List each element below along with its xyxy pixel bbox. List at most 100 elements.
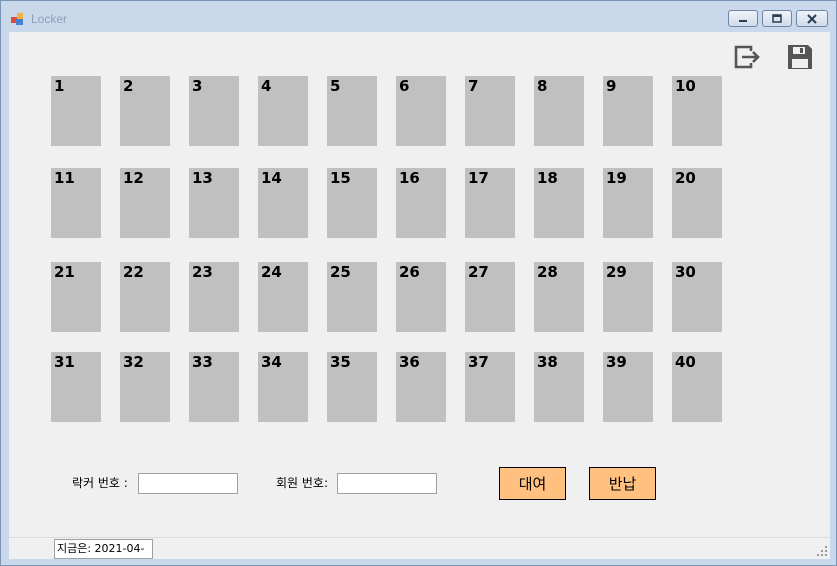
maximize-button[interactable]: [762, 10, 792, 27]
locker-box[interactable]: 26: [396, 262, 446, 332]
locker-box[interactable]: 4: [258, 76, 308, 146]
app-window: Locker 1 2 3 4 5 6 7 8 9 10 11 12 13 14 15 16 17 18 19 20 21…: [0, 0, 837, 566]
locker-box[interactable]: 38: [534, 352, 584, 422]
locker-box[interactable]: 12: [120, 168, 170, 238]
status-time-text: 지금은: 2021-04-: [54, 539, 153, 559]
locker-number: 9: [606, 77, 617, 95]
locker-number: 36: [399, 353, 420, 371]
locker-box[interactable]: 5: [327, 76, 377, 146]
return-button[interactable]: 반납: [589, 467, 656, 500]
locker-box[interactable]: 15: [327, 168, 377, 238]
locker-box[interactable]: 9: [603, 76, 653, 146]
locker-number: 2: [123, 77, 134, 95]
locker-number: 19: [606, 169, 627, 187]
locker-number: 17: [468, 169, 489, 187]
locker-number: 34: [261, 353, 282, 371]
locker-number: 30: [675, 263, 696, 281]
locker-box[interactable]: 32: [120, 352, 170, 422]
minimize-button[interactable]: [728, 10, 758, 27]
title-bar[interactable]: Locker: [1, 1, 836, 31]
locker-box[interactable]: 1: [51, 76, 101, 146]
locker-box[interactable]: 19: [603, 168, 653, 238]
locker-box[interactable]: 36: [396, 352, 446, 422]
member-number-input[interactable]: [337, 473, 437, 494]
locker-box[interactable]: 10: [672, 76, 722, 146]
locker-number: 27: [468, 263, 489, 281]
locker-box[interactable]: 22: [120, 262, 170, 332]
locker-number: 13: [192, 169, 213, 187]
locker-number: 24: [261, 263, 282, 281]
locker-number-label: 락커 번호 :: [72, 476, 128, 490]
locker-box[interactable]: 6: [396, 76, 446, 146]
locker-box[interactable]: 30: [672, 262, 722, 332]
locker-box[interactable]: 25: [327, 262, 377, 332]
locker-box[interactable]: 3: [189, 76, 239, 146]
locker-box[interactable]: 33: [189, 352, 239, 422]
locker-number: 15: [330, 169, 351, 187]
locker-number-input[interactable]: [138, 473, 238, 494]
locker-number: 23: [192, 263, 213, 281]
locker-number: 6: [399, 77, 410, 95]
locker-box[interactable]: 21: [51, 262, 101, 332]
locker-number: 12: [123, 169, 144, 187]
locker-box[interactable]: 18: [534, 168, 584, 238]
close-button[interactable]: [796, 10, 828, 27]
locker-box[interactable]: 2: [120, 76, 170, 146]
locker-number: 3: [192, 77, 203, 95]
locker-number: 14: [261, 169, 282, 187]
resize-grip-icon[interactable]: [817, 546, 827, 556]
locker-box[interactable]: 11: [51, 168, 101, 238]
locker-number: 29: [606, 263, 627, 281]
locker-number: 10: [675, 77, 696, 95]
locker-box[interactable]: 23: [189, 262, 239, 332]
locker-box[interactable]: 31: [51, 352, 101, 422]
locker-number: 4: [261, 77, 272, 95]
locker-box[interactable]: 29: [603, 262, 653, 332]
locker-box[interactable]: 13: [189, 168, 239, 238]
locker-number: 1: [54, 77, 65, 95]
locker-number: 33: [192, 353, 213, 371]
locker-box[interactable]: 40: [672, 352, 722, 422]
status-bar: 지금은: 2021-04-: [9, 537, 830, 559]
rent-button[interactable]: 대여: [499, 467, 566, 500]
locker-number: 39: [606, 353, 627, 371]
locker-box[interactable]: 28: [534, 262, 584, 332]
locker-box[interactable]: 27: [465, 262, 515, 332]
member-number-label: 회원 번호:: [276, 476, 329, 490]
save-icon[interactable]: [785, 42, 815, 72]
exit-icon[interactable]: [732, 42, 762, 72]
locker-number: 8: [537, 77, 548, 95]
locker-number: 31: [54, 353, 75, 371]
minimize-icon: [739, 19, 747, 22]
locker-number: 40: [675, 353, 696, 371]
locker-number: 26: [399, 263, 420, 281]
locker-box[interactable]: 24: [258, 262, 308, 332]
maximize-icon: [772, 13, 782, 23]
locker-number: 21: [54, 263, 75, 281]
locker-box[interactable]: 35: [327, 352, 377, 422]
locker-number: 7: [468, 77, 479, 95]
locker-box[interactable]: 8: [534, 76, 584, 146]
locker-number: 32: [123, 353, 144, 371]
locker-box[interactable]: 37: [465, 352, 515, 422]
locker-number: 18: [537, 169, 558, 187]
client-area: 1 2 3 4 5 6 7 8 9 10 11 12 13 14 15 16 17 18 19 20 21 22 23 24 2…: [9, 32, 830, 559]
locker-box[interactable]: 16: [396, 168, 446, 238]
locker-number: 37: [468, 353, 489, 371]
locker-number: 5: [330, 77, 341, 95]
locker-number: 28: [537, 263, 558, 281]
locker-number: 25: [330, 263, 351, 281]
app-icon: [11, 13, 23, 25]
locker-box[interactable]: 39: [603, 352, 653, 422]
locker-number: 22: [123, 263, 144, 281]
locker-box[interactable]: 34: [258, 352, 308, 422]
locker-box[interactable]: 14: [258, 168, 308, 238]
locker-number: 38: [537, 353, 558, 371]
locker-box[interactable]: 20: [672, 168, 722, 238]
close-icon: [807, 13, 817, 24]
locker-number: 16: [399, 169, 420, 187]
locker-number: 11: [54, 169, 75, 187]
window-title: Locker: [31, 12, 68, 26]
locker-box[interactable]: 17: [465, 168, 515, 238]
locker-box[interactable]: 7: [465, 76, 515, 146]
